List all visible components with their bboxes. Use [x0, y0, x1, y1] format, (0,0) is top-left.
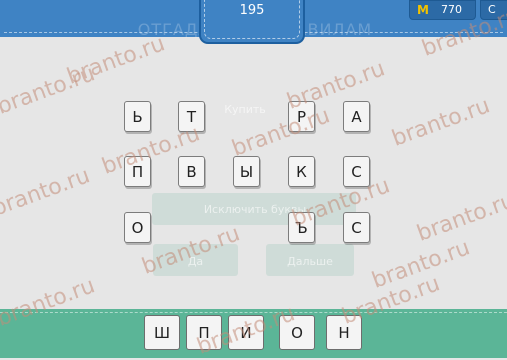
letter-tile[interactable]: Ъ — [288, 212, 315, 243]
letter-tile[interactable]: С — [343, 156, 370, 187]
extra-label: С — [488, 3, 496, 16]
coins-value: 770 — [441, 3, 462, 16]
letter-tile[interactable]: Ы — [233, 156, 260, 187]
watermark: branto.ru — [0, 61, 99, 120]
coins-counter[interactable]: М 770 — [409, 0, 476, 20]
answer-slot[interactable]: И — [228, 315, 264, 350]
level-tab: 195 — [199, 0, 305, 44]
letter-tile[interactable]: Т — [178, 101, 205, 132]
watermark: branto.ru — [388, 93, 494, 152]
answer-slot[interactable]: Ш — [144, 315, 180, 350]
watermark: branto.ru — [0, 163, 94, 222]
letter-tile[interactable]: О — [124, 212, 151, 243]
letter-tile[interactable]: А — [343, 101, 370, 132]
letter-tile[interactable]: К — [288, 156, 315, 187]
watermark: branto.ru — [413, 188, 507, 247]
answer-slot[interactable]: О — [279, 315, 315, 350]
letter-tile[interactable]: С — [343, 212, 370, 243]
watermark: branto.ru — [368, 235, 474, 294]
letter-tile[interactable]: Р — [288, 101, 315, 132]
stitch-line — [0, 312, 507, 313]
ghost-left-label: Да — [187, 255, 204, 268]
letter-tile[interactable]: В — [178, 156, 205, 187]
letter-tile[interactable]: П — [124, 156, 151, 187]
extra-button[interactable]: С — [480, 0, 507, 20]
answer-slot[interactable]: Н — [326, 315, 362, 350]
remove-letters-label: Исключить буквы — [203, 203, 307, 216]
level-number: 195 — [239, 3, 265, 18]
ghost-right-label: Дальше — [287, 255, 333, 268]
answer-slot[interactable]: П — [186, 315, 222, 350]
watermark: branto.ru — [63, 31, 169, 90]
ghost-hint-text: Купить — [224, 103, 266, 116]
letter-tile[interactable]: Ь — [124, 101, 151, 132]
coins-icon: М — [417, 3, 429, 17]
